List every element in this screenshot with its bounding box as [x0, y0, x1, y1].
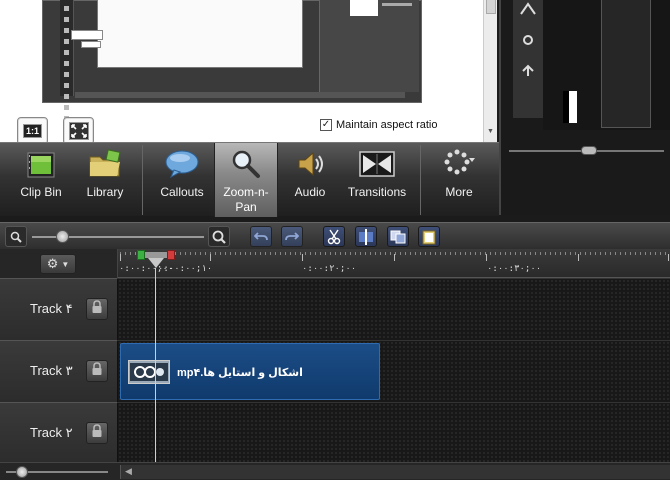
timeline-zoom-slider-thumb[interactable]: [56, 230, 69, 243]
clip-thumbnail: [128, 360, 170, 384]
zoom-in-icon[interactable]: [208, 226, 230, 247]
transitions-icon: [359, 147, 395, 181]
zoom-preview-thumbnail[interactable]: [15, 0, 438, 121]
tab-library[interactable]: Library: [74, 143, 136, 217]
media-clip[interactable]: اشکال و استایل ها.mp۴: [120, 343, 380, 400]
audio-icon: [292, 147, 328, 181]
timeline-horizontal-scrollbar[interactable]: ◀: [120, 465, 670, 479]
track-row: Track ۲: [0, 402, 670, 464]
playhead-line: [155, 268, 156, 464]
preview-statusbar: [75, 92, 405, 98]
track-lane[interactable]: [118, 402, 670, 464]
undo-icon[interactable]: [250, 226, 272, 247]
tab-clip-bin-label: Clip Bin: [20, 185, 62, 199]
zoom-to-fit-button[interactable]: [63, 117, 94, 145]
clip-title: اشکال و استایل ها.mp۴: [177, 367, 303, 379]
ruler-label-20s: ۰:۰۰:۲۰;۰۰: [302, 264, 357, 274]
track-lock-button[interactable]: [86, 298, 108, 320]
more-icon: [441, 147, 477, 181]
cut-icon[interactable]: [323, 226, 345, 247]
playhead-out-marker[interactable]: [167, 250, 175, 260]
maintain-aspect-ratio-checkbox[interactable]: ✓: [320, 119, 332, 131]
timeline-bottom-bar: ◀: [0, 462, 670, 480]
preview-right-panel: [319, 0, 419, 92]
tab-zoom-n-pan[interactable]: Zoom-n- Pan: [214, 143, 278, 217]
track-name: Track ۳: [30, 363, 73, 378]
tab-callouts-label: Callouts: [160, 185, 204, 199]
preview-white-canvas: [97, 0, 303, 68]
preview-toolstrip: [60, 0, 74, 121]
zoom-panel-vertical-scrollbar[interactable]: ▼: [483, 0, 497, 142]
maintain-aspect-ratio-option[interactable]: ✓ Maintain aspect ratio: [320, 119, 438, 131]
zoom-out-icon[interactable]: [5, 226, 27, 247]
tab-transitions-label: Transitions: [347, 185, 407, 199]
timeline-area: ⚙ ▼ ۰:۰۰:۰۰;۰۰ ۰:۰۰:۰۰;۱۰ ۰:۰۰:۲۰;۰۰ ۰:۰…: [0, 249, 670, 480]
ruler-label-playhead: ۰:۰۰:۰۰;۱۰: [158, 264, 213, 274]
tab-more-label: More: [445, 185, 473, 199]
preview-image: [543, 0, 670, 130]
track-name: Track ۲: [30, 425, 73, 440]
timeline-header-corner: ⚙ ▼: [0, 249, 118, 278]
zoom-n-pan-icon: [228, 147, 264, 181]
clip-bin-icon: [23, 147, 59, 181]
canvas-preview: [499, 0, 670, 215]
lock-icon: [91, 299, 103, 319]
tab-transitions[interactable]: Transitions: [338, 143, 416, 217]
preview-dialog-small: [81, 41, 101, 48]
lock-icon: [91, 423, 103, 443]
copy-icon[interactable]: [387, 226, 409, 247]
lock-icon: [91, 361, 103, 381]
scroll-thumb[interactable]: [486, 0, 496, 14]
tab-more[interactable]: More: [428, 143, 490, 217]
preview-dialog: [71, 30, 103, 40]
expand-arrows-icon: [68, 122, 89, 140]
scroll-left-arrow-icon[interactable]: ◀: [125, 466, 132, 477]
tab-audio[interactable]: Audio: [282, 143, 338, 217]
tab-zoom-n-pan-label: Zoom-n- Pan: [223, 185, 269, 214]
ruler-label-30s: ۰:۰۰:۳۰;۰۰: [487, 264, 542, 274]
gear-icon: ⚙: [46, 256, 59, 271]
preview-seek-thumb[interactable]: [581, 146, 597, 155]
split-icon[interactable]: [355, 226, 377, 247]
track-row: Track ۴: [0, 278, 670, 340]
track-header[interactable]: Track ۳: [0, 340, 118, 402]
track-name: Track ۴: [30, 301, 73, 316]
tab-audio-label: Audio: [294, 185, 326, 199]
zoom-n-pan-panel: 1:1 ✓ Maintain aspect ratio ▼: [0, 0, 497, 145]
timeline-settings-button[interactable]: ⚙ ▼: [40, 254, 76, 274]
paste-icon[interactable]: [418, 226, 440, 247]
track-height-slider-thumb[interactable]: [16, 466, 28, 478]
track-lock-button[interactable]: [86, 360, 108, 382]
zoom-1-to-1-label: 1:1: [22, 124, 42, 138]
tab-library-label: Library: [86, 185, 124, 199]
preview-tool-column: [513, 0, 543, 118]
tab-clip-bin[interactable]: Clip Bin: [8, 143, 74, 217]
track-lane[interactable]: [118, 278, 670, 340]
tab-callouts[interactable]: Callouts: [152, 143, 212, 217]
callouts-icon: [164, 147, 200, 181]
zoom-1-to-1-button[interactable]: 1:1: [17, 117, 48, 145]
track-lane[interactable]: اشکال و استایل ها.mp۴: [118, 340, 670, 402]
chevron-down-icon: ▼: [61, 259, 70, 269]
playhead-in-marker[interactable]: [137, 250, 145, 260]
scroll-down-arrow-icon[interactable]: ▼: [487, 128, 494, 135]
track-row: Track ۳ اشکال و استایل ها.mp۴: [0, 340, 670, 402]
timeline-ruler[interactable]: ۰:۰۰:۰۰;۰۰ ۰:۰۰:۰۰;۱۰ ۰:۰۰:۲۰;۰۰ ۰:۰۰:۳۰…: [118, 249, 670, 278]
playhead-handle[interactable]: [137, 250, 175, 268]
timeline-toolbar: [0, 222, 670, 249]
track-header[interactable]: Track ۲: [0, 402, 118, 464]
redo-icon[interactable]: [281, 226, 303, 247]
task-tabs-toolbar: Clip Bin Library Callouts Zoom-n- Pan Au…: [0, 142, 499, 217]
library-icon: [87, 147, 123, 181]
maintain-aspect-ratio-label: Maintain aspect ratio: [336, 119, 438, 131]
track-header[interactable]: Track ۴: [0, 278, 118, 340]
track-lock-button[interactable]: [86, 422, 108, 444]
